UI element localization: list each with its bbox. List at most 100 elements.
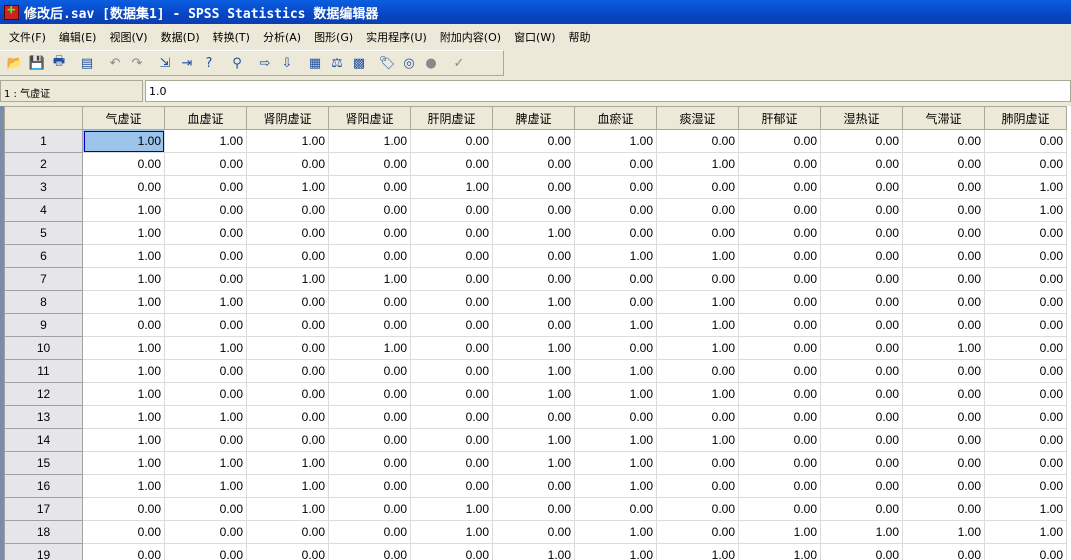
split-file-icon[interactable]: ▦ [306,54,324,72]
data-cell[interactable]: 1.00 [164,451,247,475]
data-cell[interactable]: 1.00 [984,497,1067,521]
data-cell[interactable]: 0.00 [820,543,903,560]
row-header[interactable]: 4 [4,198,83,222]
data-cell[interactable]: 1.00 [656,290,739,314]
column-header[interactable]: 湿热证 [820,106,903,130]
value-labels-icon[interactable]: 🏷 [378,54,396,72]
data-cell[interactable]: 0.00 [164,198,247,222]
data-cell[interactable]: 1.00 [492,543,575,560]
data-cell[interactable]: 1.00 [984,198,1067,222]
menu-item[interactable]: 实用程序(U) [366,29,427,45]
data-cell[interactable]: 0.00 [574,405,657,429]
data-cell[interactable]: 0.00 [738,152,821,176]
data-cell[interactable]: 0.00 [82,497,165,521]
data-cell[interactable]: 0.00 [820,382,903,406]
goto-variable-icon[interactable]: ⇥ [178,54,196,72]
data-cell[interactable]: 1.00 [164,290,247,314]
data-cell[interactable]: 0.00 [410,152,493,176]
data-cell[interactable]: 0.00 [738,290,821,314]
data-cell[interactable]: 1.00 [82,359,165,383]
data-cell[interactable]: 0.00 [984,267,1067,291]
row-header[interactable]: 11 [4,359,83,383]
data-cell[interactable]: 0.00 [902,359,985,383]
data-cell[interactable]: 0.00 [902,405,985,429]
row-header[interactable]: 12 [4,382,83,406]
select-cases-icon[interactable]: ▩ [350,54,368,72]
data-cell[interactable]: 1.00 [656,313,739,337]
data-cell[interactable]: 0.00 [820,290,903,314]
data-cell[interactable]: 0.00 [820,451,903,475]
menu-item[interactable]: 分析(A) [263,29,301,45]
data-cell[interactable]: 0.00 [984,313,1067,337]
data-cell[interactable]: 1.00 [410,175,493,199]
cell-value-input[interactable]: 1.0 [145,80,1071,102]
data-cell[interactable]: 0.00 [902,244,985,268]
data-cell[interactable]: 0.00 [164,175,247,199]
data-cell[interactable]: 1.00 [410,497,493,521]
data-cell[interactable]: 0.00 [820,405,903,429]
data-cell[interactable]: 0.00 [492,175,575,199]
menu-item[interactable]: 附加内容(O) [440,29,501,45]
data-cell[interactable]: 0.00 [328,221,411,245]
data-cell[interactable]: 1.00 [656,244,739,268]
data-cell[interactable]: 1.00 [574,382,657,406]
data-cell[interactable]: 0.00 [820,198,903,222]
data-cell[interactable]: 1.00 [82,428,165,452]
data-cell[interactable]: 0.00 [738,474,821,498]
data-cell[interactable]: 0.00 [820,313,903,337]
data-cell[interactable]: 1.00 [492,451,575,475]
data-cell[interactable]: 0.00 [246,359,329,383]
data-cell[interactable]: 0.00 [902,428,985,452]
row-header[interactable]: 1 [4,129,83,153]
row-header[interactable]: 2 [4,152,83,176]
data-cell[interactable]: 1.00 [246,175,329,199]
find-icon[interactable]: ⚲ [228,54,246,72]
data-cell[interactable]: 1.00 [574,129,657,153]
data-cell[interactable]: 0.00 [246,152,329,176]
row-header[interactable]: 8 [4,290,83,314]
row-header[interactable]: 15 [4,451,83,475]
data-cell[interactable]: 1.00 [574,451,657,475]
data-cell[interactable]: 0.00 [492,520,575,544]
data-cell[interactable]: 1.00 [574,244,657,268]
data-cell[interactable]: 1.00 [656,336,739,360]
data-cell[interactable]: 0.00 [984,244,1067,268]
row-header[interactable]: 17 [4,497,83,521]
data-cell[interactable]: 0.00 [820,497,903,521]
data-cell[interactable]: 0.00 [984,428,1067,452]
data-cell[interactable]: 1.00 [82,129,165,153]
data-cell[interactable]: 0.00 [902,198,985,222]
data-cell[interactable]: 0.00 [984,221,1067,245]
data-cell[interactable]: 0.00 [902,129,985,153]
data-cell[interactable]: 0.00 [574,175,657,199]
data-cell[interactable]: 1.00 [492,290,575,314]
row-header[interactable]: 6 [4,244,83,268]
data-cell[interactable]: 0.00 [820,336,903,360]
column-header[interactable]: 血虚证 [164,106,247,130]
data-cell[interactable]: 0.00 [82,152,165,176]
data-cell[interactable]: 0.00 [164,221,247,245]
data-cell[interactable]: 1.00 [82,382,165,406]
data-cell[interactable]: 1.00 [328,129,411,153]
data-cell[interactable]: 0.00 [902,175,985,199]
data-cell[interactable]: 0.00 [738,405,821,429]
data-cell[interactable]: 0.00 [410,336,493,360]
data-cell[interactable]: 0.00 [410,198,493,222]
data-cell[interactable]: 0.00 [492,405,575,429]
data-cell[interactable]: 1.00 [246,129,329,153]
dialog-recall-icon[interactable]: ▤ [78,54,96,72]
data-cell[interactable]: 0.00 [82,520,165,544]
column-header[interactable]: 血瘀证 [574,106,657,130]
data-cell[interactable]: 0.00 [246,382,329,406]
data-cell[interactable]: 0.00 [82,313,165,337]
row-header[interactable]: 9 [4,313,83,337]
data-cell[interactable]: 0.00 [410,129,493,153]
data-cell[interactable]: 0.00 [410,382,493,406]
menu-item[interactable]: 图形(G) [314,29,353,45]
data-cell[interactable]: 0.00 [738,382,821,406]
data-cell[interactable]: 0.00 [902,451,985,475]
row-header[interactable]: 3 [4,175,83,199]
spell-check-icon[interactable]: ✓ [450,54,468,72]
data-cell[interactable]: 0.00 [902,474,985,498]
menu-item[interactable]: 文件(F) [9,29,46,45]
